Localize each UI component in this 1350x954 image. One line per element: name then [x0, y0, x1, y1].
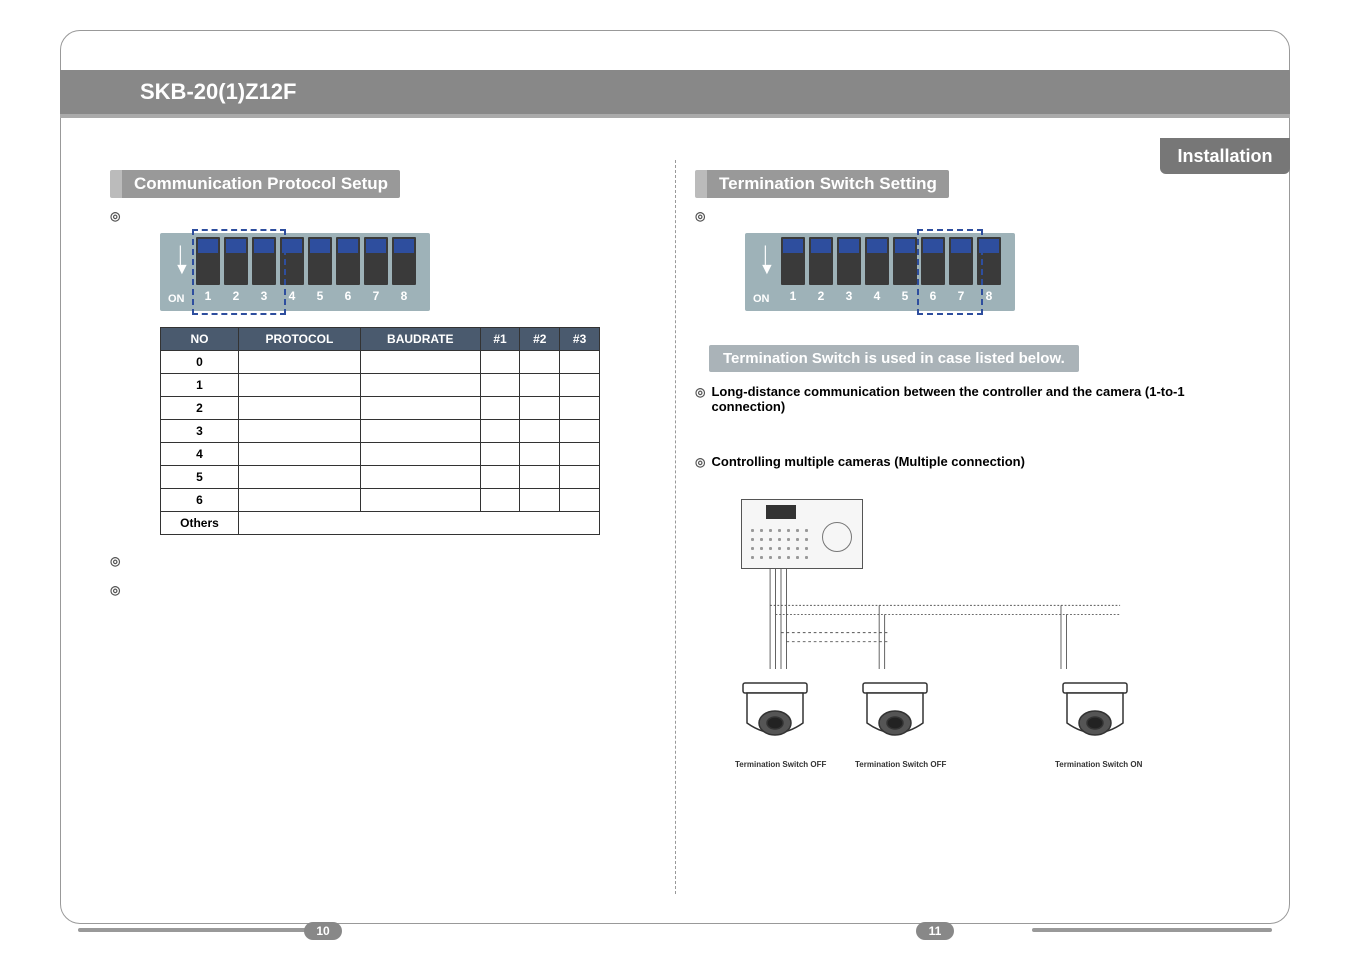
case-2-text: Controlling multiple cameras (Multiple c…	[711, 454, 1024, 469]
page-number-right: 11	[916, 922, 954, 940]
connection-diagram: Termination Switch OFF Termination Switc…	[715, 499, 1155, 789]
right-section-title: Termination Switch Setting	[695, 170, 949, 198]
bullet-icon: ◎	[110, 208, 120, 223]
th-no: NO	[161, 328, 239, 351]
bullet-icon: ◎	[695, 208, 705, 223]
camera-3: Termination Switch ON	[1055, 679, 1135, 769]
th-protocol: PROTOCOL	[238, 328, 360, 351]
left-bullet-2: ◎	[110, 553, 655, 568]
dip-numbers: 1 2 3 4 5 6 7 8	[781, 285, 1011, 303]
dip-arrow-icon: │▼	[174, 249, 188, 277]
right-bullet-1: ◎	[695, 208, 1240, 223]
camera-2-label: Termination Switch OFF	[855, 760, 935, 769]
wiring-icon	[761, 569, 1125, 669]
bullet-icon: ◎	[695, 384, 705, 399]
page-bar-left	[78, 928, 318, 932]
table-row: 0	[161, 351, 600, 374]
table-row-others: Others	[161, 512, 600, 535]
th-2: #2	[520, 328, 560, 351]
camera-2: Termination Switch OFF	[855, 679, 935, 769]
table-row: 3	[161, 420, 600, 443]
bullet-icon: ◎	[110, 553, 120, 568]
controller-icon	[741, 499, 863, 569]
right-column: Termination Switch Setting ◎ │▼ ON 1 2 3	[675, 160, 1260, 894]
th-1: #1	[480, 328, 520, 351]
camera-3-label: Termination Switch ON	[1055, 760, 1135, 769]
table-row: 6	[161, 489, 600, 512]
table-row: 1	[161, 374, 600, 397]
table-row: 5	[161, 466, 600, 489]
bullet-icon: ◎	[695, 454, 705, 469]
table-row: 2	[161, 397, 600, 420]
protocol-table: NO PROTOCOL BAUDRATE #1 #2 #3 0 1 2 3 4 …	[160, 327, 600, 535]
case-2: ◎ Controlling multiple cameras (Multiple…	[695, 454, 1240, 469]
case-1: ◎ Long-distance communication between th…	[695, 384, 1240, 414]
camera-1: Termination Switch OFF	[735, 679, 815, 769]
dip-switch-left: │▼ ON 1 2 3 4 5 6 7 8	[160, 233, 430, 311]
dip-arrow-icon: │▼	[759, 249, 773, 277]
dip-switch-right: │▼ ON 1 2 3 4 5 6 7 8	[745, 233, 1015, 311]
page-number-left: 10	[304, 922, 342, 940]
dip-on-label: ON	[753, 293, 770, 305]
left-section-title: Communication Protocol Setup	[110, 170, 400, 198]
left-bullet-3: ◎	[110, 582, 655, 597]
content-columns: Communication Protocol Setup ◎ │▼ ON 1 2…	[90, 160, 1260, 894]
dip-numbers: 1 2 3 4 5 6 7 8	[196, 285, 426, 303]
bullet-icon: ◎	[110, 582, 120, 597]
left-column: Communication Protocol Setup ◎ │▼ ON 1 2…	[90, 160, 675, 894]
termination-sub-banner: Termination Switch is used in case liste…	[709, 345, 1079, 372]
model-title: SKB-20(1)Z12F	[60, 70, 1290, 105]
header-bar: SKB-20(1)Z12F	[60, 70, 1290, 118]
case-1-text: Long-distance communication between the …	[711, 384, 1240, 414]
page-bar-right	[1032, 928, 1272, 932]
dip-on-label: ON	[168, 293, 185, 305]
table-row: 4	[161, 443, 600, 466]
camera-1-label: Termination Switch OFF	[735, 760, 815, 769]
left-bullet-1: ◎	[110, 208, 655, 223]
th-baudrate: BAUDRATE	[360, 328, 480, 351]
th-3: #3	[560, 328, 600, 351]
